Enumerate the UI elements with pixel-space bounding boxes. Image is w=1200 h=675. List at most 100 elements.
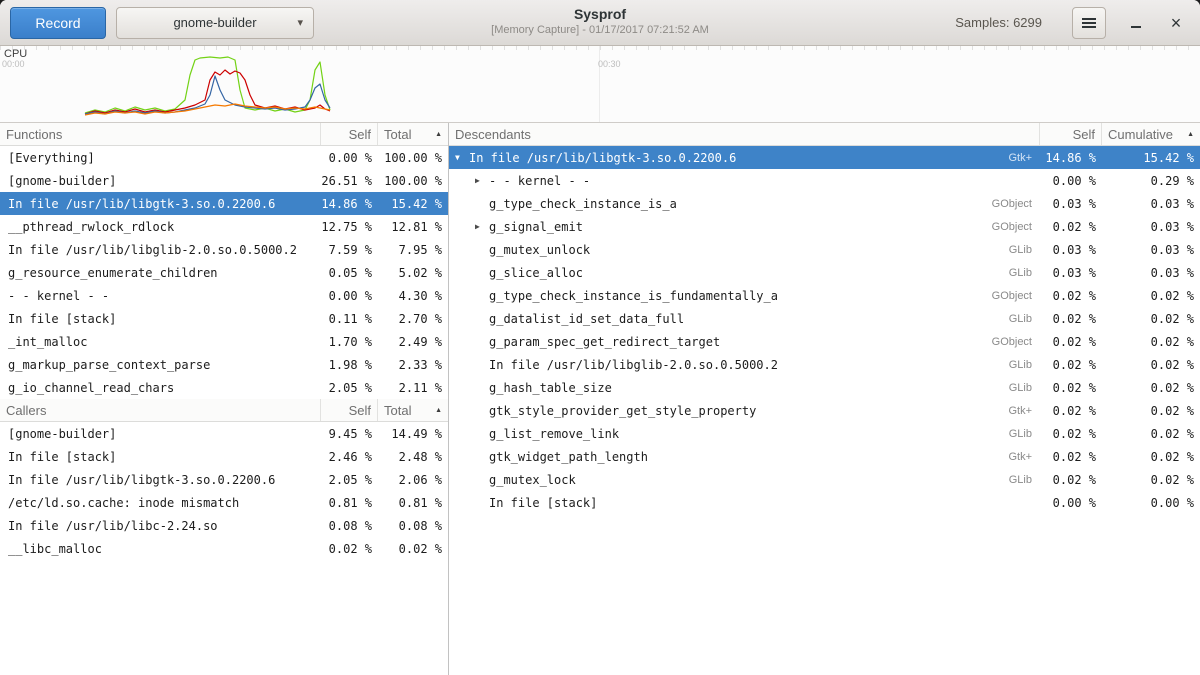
minimize-icon xyxy=(1131,26,1141,28)
cpu-graph[interactable]: CPU 00:00 00:30 xyxy=(0,46,1200,123)
function-name: [Everything] xyxy=(0,151,321,165)
self-percent: 0.00 % xyxy=(1040,496,1102,510)
function-name: g_param_spec_get_redirect_target xyxy=(489,335,720,349)
cumulative-percent: 0.29 % xyxy=(1102,174,1200,188)
tree-row[interactable]: g_param_spec_get_redirect_targetGObject0… xyxy=(449,330,1200,353)
expander-icon[interactable]: ▶ xyxy=(475,176,489,185)
table-row[interactable]: In file [stack]2.46 %2.48 % xyxy=(0,445,448,468)
table-row[interactable]: g_resource_enumerate_children0.05 %5.02 … xyxy=(0,261,448,284)
menu-button[interactable] xyxy=(1072,7,1106,39)
table-row[interactable]: In file /usr/lib/libc-2.24.so0.08 %0.08 … xyxy=(0,514,448,537)
tree-row[interactable]: gtk_style_provider_get_style_propertyGtk… xyxy=(449,399,1200,422)
table-row[interactable]: g_markup_parse_context_parse1.98 %2.33 % xyxy=(0,353,448,376)
column-header-descendants[interactable]: Descendants xyxy=(449,123,1040,145)
tree-row[interactable]: gtk_widget_path_lengthGtk+0.02 %0.02 % xyxy=(449,445,1200,468)
self-percent: 0.00 % xyxy=(321,151,378,165)
table-row[interactable]: __libc_malloc0.02 %0.02 % xyxy=(0,537,448,560)
cumulative-percent: 0.02 % xyxy=(1102,358,1200,372)
total-percent: 2.33 % xyxy=(378,358,448,372)
tree-row[interactable]: In file [stack]0.00 %0.00 % xyxy=(449,491,1200,514)
table-row[interactable]: [gnome-builder]9.45 %14.49 % xyxy=(0,422,448,445)
table-row[interactable]: In file /usr/lib/libgtk-3.so.0.2200.614.… xyxy=(0,192,448,215)
self-percent: 0.02 % xyxy=(321,542,378,556)
column-header-total-label: Total xyxy=(384,127,411,142)
record-button[interactable]: Record xyxy=(10,7,106,39)
self-percent: 0.81 % xyxy=(321,496,378,510)
expander-icon[interactable]: ▶ xyxy=(475,222,489,231)
column-header-cumulative-label: Cumulative xyxy=(1108,127,1173,142)
tree-row[interactable]: g_list_remove_linkGLib0.02 %0.02 % xyxy=(449,422,1200,445)
column-header-callers[interactable]: Callers xyxy=(0,399,321,421)
table-row[interactable]: g_io_channel_read_chars2.05 %2.11 % xyxy=(0,376,448,399)
cumulative-percent: 0.03 % xyxy=(1102,197,1200,211)
table-row[interactable]: /etc/ld.so.cache: inode mismatch0.81 %0.… xyxy=(0,491,448,514)
self-percent: 0.03 % xyxy=(1040,266,1102,280)
library-badge: GLib xyxy=(999,428,1040,440)
tree-row[interactable]: ▼In file /usr/lib/libgtk-3.so.0.2200.6Gt… xyxy=(449,146,1200,169)
total-percent: 100.00 % xyxy=(378,174,448,188)
column-header-self[interactable]: Self xyxy=(1040,123,1102,145)
cpu-usage-chart xyxy=(0,46,1200,123)
cumulative-percent: 0.02 % xyxy=(1102,404,1200,418)
column-header-functions[interactable]: Functions xyxy=(0,123,321,145)
total-percent: 2.06 % xyxy=(378,473,448,487)
expander-icon[interactable]: ▼ xyxy=(455,153,469,162)
tree-row[interactable]: g_type_check_instance_is_fundamentally_a… xyxy=(449,284,1200,307)
process-selector-label: gnome-builder xyxy=(173,15,256,30)
function-name: In file /usr/lib/libgtk-3.so.0.2200.6 xyxy=(0,197,321,211)
function-name: g_list_remove_link xyxy=(489,427,619,441)
app-title: Sysprof xyxy=(491,6,709,22)
self-percent: 14.86 % xyxy=(321,197,378,211)
samples-count: Samples: 6299 xyxy=(955,15,1042,30)
process-selector[interactable]: gnome-builder ▾ xyxy=(116,7,314,39)
table-row[interactable]: In file [stack]0.11 %2.70 % xyxy=(0,307,448,330)
column-header-self[interactable]: Self xyxy=(321,399,378,421)
table-row[interactable]: __pthread_rwlock_rdlock12.75 %12.81 % xyxy=(0,215,448,238)
profile-panes: Functions Self Total ▲ [Everything]0.00 … xyxy=(0,123,1200,675)
function-name: __pthread_rwlock_rdlock xyxy=(0,220,321,234)
column-header-cumulative[interactable]: Cumulative ▲ xyxy=(1102,123,1200,145)
table-row[interactable]: - - kernel - -0.00 %4.30 % xyxy=(0,284,448,307)
library-badge: GObject xyxy=(982,221,1040,233)
descendants-header-row: Descendants Self Cumulative ▲ xyxy=(449,123,1200,146)
tree-row[interactable]: g_datalist_id_set_data_fullGLib0.02 %0.0… xyxy=(449,307,1200,330)
tree-row[interactable]: g_type_check_instance_is_aGObject0.03 %0… xyxy=(449,192,1200,215)
column-header-total[interactable]: Total ▲ xyxy=(378,399,448,421)
function-name: g_io_channel_read_chars xyxy=(0,381,321,395)
tree-row[interactable]: ▶g_signal_emitGObject0.02 %0.03 % xyxy=(449,215,1200,238)
callers-header-row: Callers Self Total ▲ xyxy=(0,399,448,422)
descendant-name-cell: g_type_check_instance_is_aGObject xyxy=(449,197,1040,211)
tree-row[interactable]: g_mutex_unlockGLib0.03 %0.03 % xyxy=(449,238,1200,261)
table-row[interactable]: [gnome-builder]26.51 %100.00 % xyxy=(0,169,448,192)
sort-indicator-icon: ▲ xyxy=(435,407,442,414)
function-name: [gnome-builder] xyxy=(0,174,321,188)
cumulative-percent: 0.02 % xyxy=(1102,450,1200,464)
self-percent: 0.02 % xyxy=(1040,404,1102,418)
table-row[interactable]: In file /usr/lib/libgtk-3.so.0.2200.62.0… xyxy=(0,468,448,491)
tree-row[interactable]: ▶- - kernel - -0.00 %0.29 % xyxy=(449,169,1200,192)
column-header-total-label: Total xyxy=(384,403,411,418)
total-percent: 0.02 % xyxy=(378,542,448,556)
tree-row[interactable]: g_slice_allocGLib0.03 %0.03 % xyxy=(449,261,1200,284)
descendants-panel: Descendants Self Cumulative ▲ ▼In file /… xyxy=(449,123,1200,675)
column-header-self[interactable]: Self xyxy=(321,123,378,145)
descendant-name-cell: In file /usr/lib/libglib-2.0.so.0.5000.2… xyxy=(449,358,1040,372)
self-percent: 0.02 % xyxy=(1040,312,1102,326)
table-row[interactable]: [Everything]0.00 %100.00 % xyxy=(0,146,448,169)
minimize-button[interactable] xyxy=(1122,9,1150,37)
cumulative-percent: 0.00 % xyxy=(1102,496,1200,510)
table-row[interactable]: In file /usr/lib/libglib-2.0.so.0.5000.2… xyxy=(0,238,448,261)
close-button[interactable]: × xyxy=(1162,9,1190,37)
tree-row[interactable]: g_mutex_lockGLib0.02 %0.02 % xyxy=(449,468,1200,491)
total-percent: 4.30 % xyxy=(378,289,448,303)
chevron-down-icon: ▾ xyxy=(297,16,303,29)
library-badge: GObject xyxy=(982,336,1040,348)
tree-row[interactable]: g_hash_table_sizeGLib0.02 %0.02 % xyxy=(449,376,1200,399)
cpu-green-line xyxy=(85,57,330,113)
self-percent: 0.02 % xyxy=(1040,473,1102,487)
table-row[interactable]: _int_malloc1.70 %2.49 % xyxy=(0,330,448,353)
column-header-total[interactable]: Total ▲ xyxy=(378,123,448,145)
total-percent: 5.02 % xyxy=(378,266,448,280)
descendant-name-cell: ▶- - kernel - - xyxy=(449,174,1040,188)
tree-row[interactable]: In file /usr/lib/libglib-2.0.so.0.5000.2… xyxy=(449,353,1200,376)
